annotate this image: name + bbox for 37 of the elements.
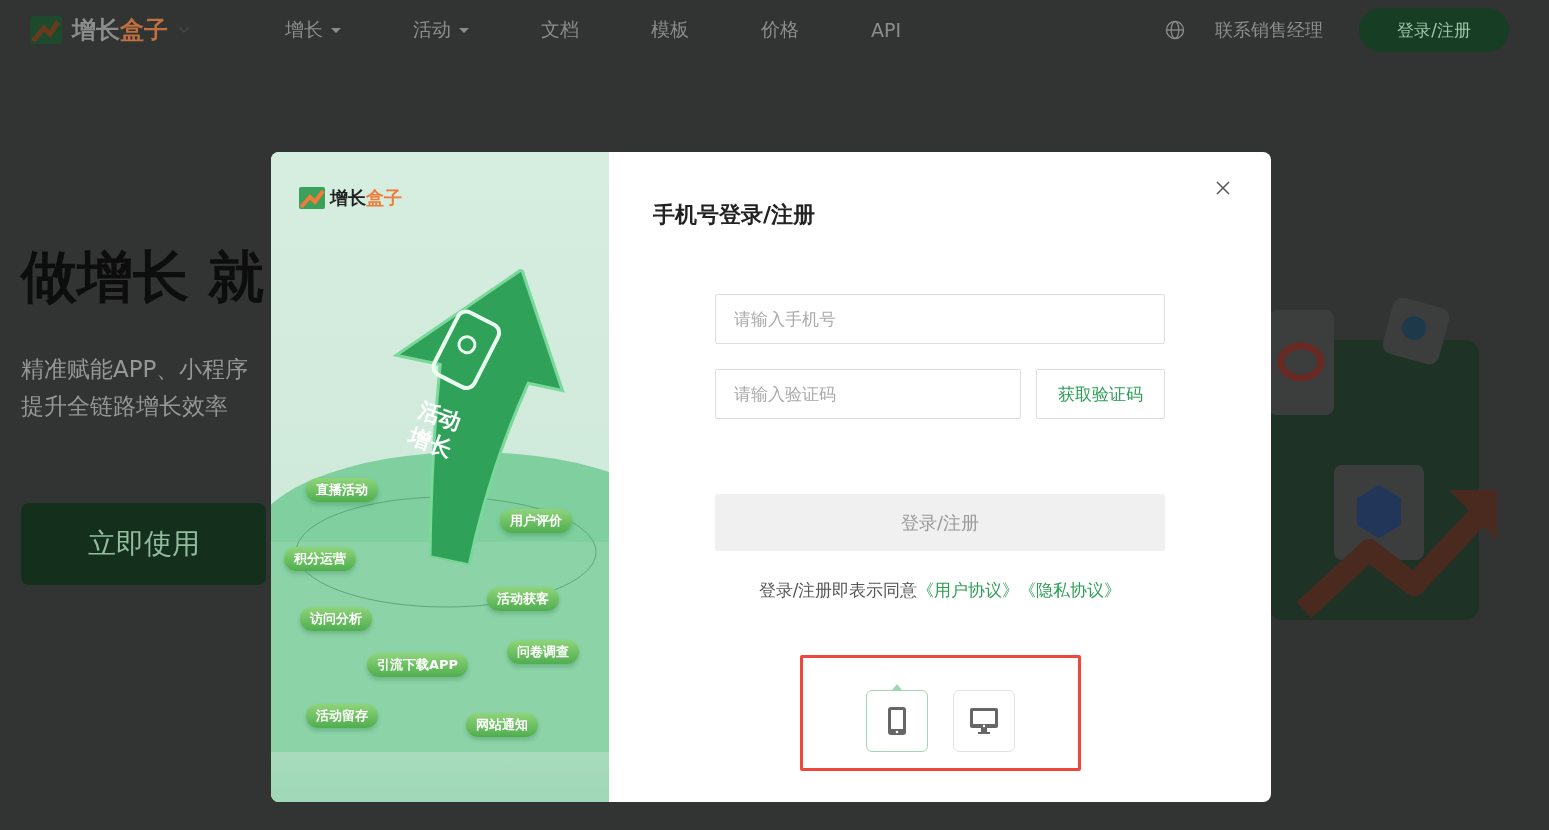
nav-link[interactable]: API — [871, 17, 902, 43]
code-input[interactable]: 请输入验证码 — [715, 369, 1021, 419]
nav-link[interactable]: 活动 — [413, 17, 469, 43]
feature-tag: 用户评价 — [500, 509, 572, 533]
login-button[interactable]: 登录/注册 — [1359, 8, 1509, 52]
phone-icon — [887, 706, 907, 736]
brand-logo-text[interactable]: 增长盒子 — [72, 14, 168, 46]
brand-logo-text: 增长盒子 — [330, 186, 402, 210]
feature-tag: 网站通知 — [466, 713, 538, 737]
nav-link[interactable]: 文档 — [541, 17, 579, 43]
feature-tag: 积分运营 — [284, 547, 356, 571]
logo-icon — [299, 187, 325, 209]
start-button[interactable]: 立即使用 — [21, 503, 266, 585]
pointer-icon — [892, 684, 902, 690]
logo-icon — [30, 16, 62, 44]
desktop-tab[interactable] — [953, 690, 1015, 752]
feature-tag: 活动留存 — [306, 704, 378, 728]
feature-tag: 直播活动 — [306, 478, 378, 502]
feature-tag: 访问分析 — [300, 607, 372, 631]
contact-sales-link[interactable]: 联系销售经理 — [1215, 18, 1323, 42]
hero-subtitle: 精准赋能APP、小程序 — [21, 355, 250, 384]
get-code-button[interactable]: 获取验证码 — [1036, 369, 1165, 419]
nav-link[interactable]: 价格 — [761, 17, 799, 43]
globe-icon[interactable] — [1165, 20, 1185, 40]
dialog-title: 手机号登录/注册 — [653, 201, 817, 229]
agreement-link[interactable]: 《隐私协议》 — [1019, 580, 1122, 600]
hero-subtitle: 提升全链路增长效率 — [21, 392, 229, 421]
agreement-text: 登录/注册即表示同意 — [758, 580, 918, 600]
phone-input[interactable]: 请输入手机号 — [715, 294, 1165, 344]
feature-tag: 引流下载APP — [367, 653, 469, 677]
feature-tag: 活动获客 — [487, 587, 559, 611]
close-icon[interactable] — [1215, 180, 1231, 196]
nav-link[interactable]: 增长 — [285, 17, 341, 43]
nav-link[interactable]: 模板 — [651, 17, 689, 43]
monitor-icon — [969, 707, 999, 735]
agreement-link[interactable]: 《用户协议》 — [917, 580, 1020, 600]
feature-tag: 问卷调查 — [507, 640, 579, 664]
